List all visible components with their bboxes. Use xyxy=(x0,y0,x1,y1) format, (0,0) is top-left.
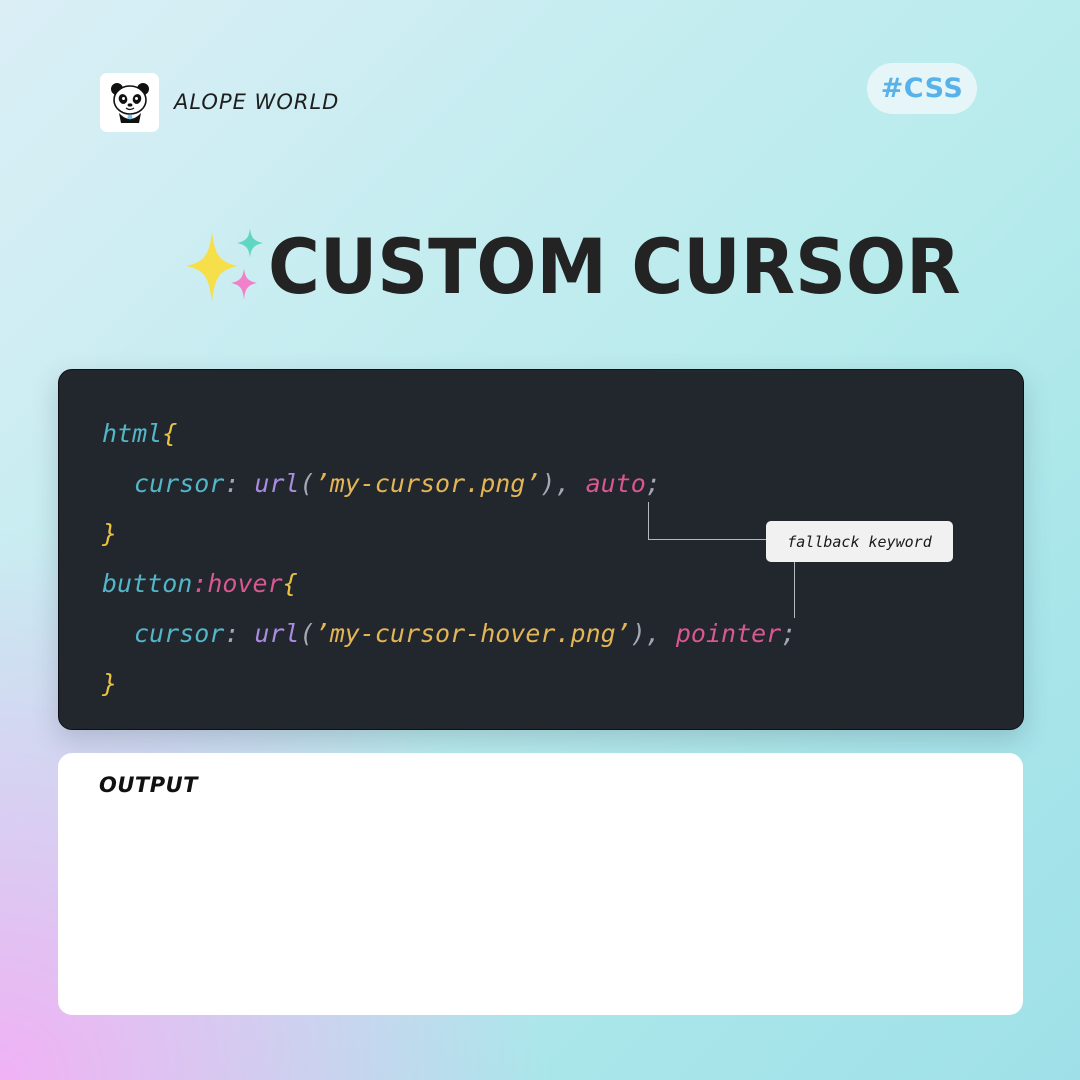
code-line-2: cursor: url(’my-cursor.png’), auto; xyxy=(134,468,661,500)
code-token: url xyxy=(254,469,300,498)
code-token: url xyxy=(254,619,300,648)
output-label: OUTPUT xyxy=(99,773,198,797)
code-line-1: html{ xyxy=(102,418,177,450)
sparkles-icon xyxy=(186,228,263,302)
code-token: ( xyxy=(299,469,315,498)
tag-badge: #CSS xyxy=(867,63,977,114)
brand-logo xyxy=(100,73,159,132)
code-token: ), xyxy=(630,619,676,648)
code-token: html xyxy=(102,419,163,448)
code-token: button xyxy=(102,569,193,598)
page-title: CUSTOM CURSOR xyxy=(268,222,961,311)
brand-name: ALOPE WORLD xyxy=(174,90,340,114)
callout-connector-auto xyxy=(648,502,766,540)
code-token: { xyxy=(282,569,298,598)
code-token: :hover xyxy=(192,569,283,598)
code-token: { xyxy=(162,419,178,448)
code-token: ; xyxy=(781,619,797,648)
panda-icon xyxy=(110,82,149,123)
code-token: ; xyxy=(645,469,661,498)
code-token: } xyxy=(102,669,118,698)
code-token: auto xyxy=(585,469,646,498)
callout-label: fallback keyword xyxy=(766,521,953,562)
output-panel: OUTPUT xyxy=(58,753,1023,1015)
code-token: ’my-cursor-hover.png’ xyxy=(314,619,631,648)
code-token: : xyxy=(224,619,255,648)
code-token: ( xyxy=(299,619,315,648)
code-line-6: } xyxy=(102,668,117,700)
callout-connector-pointer xyxy=(794,562,795,618)
code-token: ), xyxy=(540,469,586,498)
code-token: ’my-cursor.png’ xyxy=(314,469,541,498)
code-line-5: cursor: url(’my-cursor-hover.png’), poin… xyxy=(134,618,796,650)
code-token: cursor xyxy=(134,469,225,498)
code-token: cursor xyxy=(134,619,225,648)
code-line-4: button:hover{ xyxy=(102,568,298,600)
code-line-3: } xyxy=(102,518,117,550)
code-token: } xyxy=(102,519,118,548)
code-token: pointer xyxy=(675,619,782,648)
code-token: : xyxy=(224,469,255,498)
